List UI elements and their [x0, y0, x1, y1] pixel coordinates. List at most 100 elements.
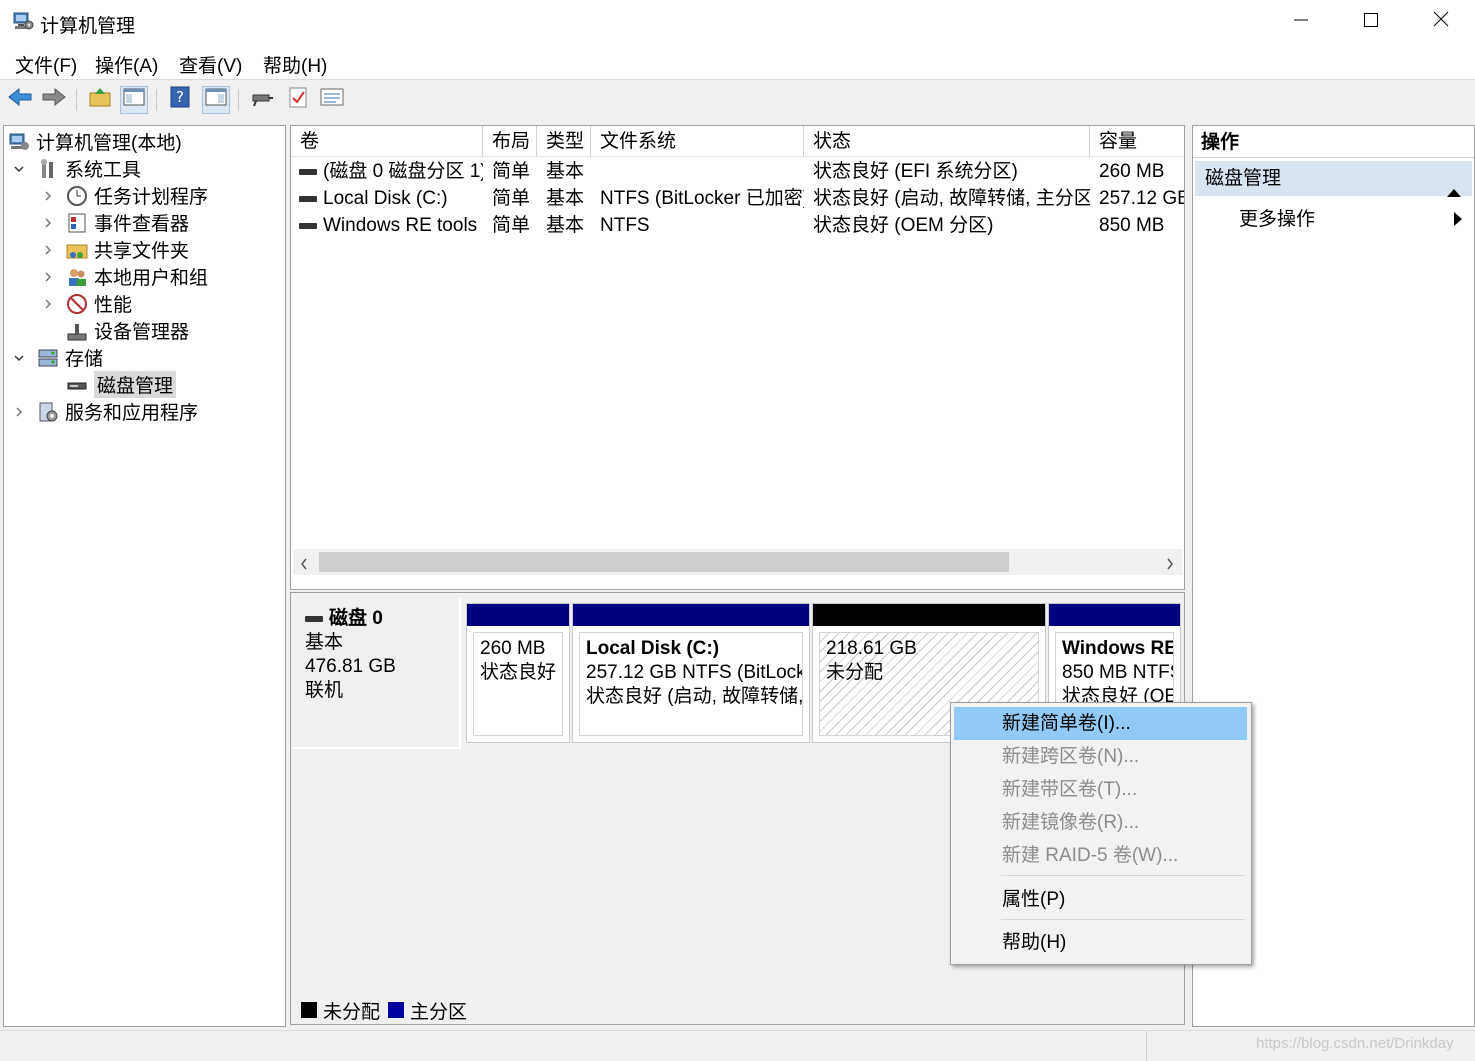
column-header-volume[interactable]: 卷 [291, 126, 483, 157]
disk-type: 基本 [305, 632, 344, 653]
cell-capacity: 260 MB [1099, 161, 1165, 182]
users-icon [66, 266, 88, 288]
minimize-icon [1294, 11, 1308, 33]
show-hide-tree-button[interactable] [120, 86, 148, 114]
actions-section-disk-management[interactable]: 磁盘管理 [1195, 161, 1472, 197]
storage-icon [37, 347, 59, 369]
legend-swatch-unallocated [301, 1002, 317, 1018]
tree-item-storage[interactable]: 存储 [37, 344, 103, 371]
partition-size: 257.12 GB NTFS (BitLocke [586, 662, 803, 683]
chevron-right-icon[interactable] [42, 217, 54, 229]
column-header-type[interactable]: 类型 [537, 126, 591, 157]
close-icon [1433, 11, 1449, 33]
column-header-filesystem[interactable]: 文件系统 [591, 126, 804, 157]
chevron-down-icon[interactable] [13, 352, 25, 364]
scrollbar-thumb[interactable] [319, 552, 1009, 572]
volume-icon [299, 222, 317, 229]
back-button[interactable] [6, 86, 34, 114]
partition-band [813, 604, 1045, 626]
cell-capacity: 850 MB [1099, 215, 1165, 236]
collapse-up-icon[interactable] [1447, 174, 1461, 209]
tree-item-performance[interactable]: 性能 [66, 290, 132, 317]
partition-size: 260 MB [480, 638, 546, 659]
horizontal-scrollbar[interactable] [293, 549, 1182, 575]
menu-item-new-mirrored-volume[interactable]: 新建镜像卷(R)... [954, 806, 1247, 839]
system-tools-icon [37, 158, 59, 180]
tree-item-computer-management[interactable]: 计算机管理(本地) [8, 128, 182, 155]
maximize-button[interactable] [1336, 0, 1406, 44]
shared-folder-icon [66, 239, 88, 261]
chevron-right-icon[interactable] [42, 244, 54, 256]
status-bar: https://blog.csdn.net/Drinkday [0, 1030, 1475, 1061]
tree-item-label: 事件查看器 [94, 214, 190, 235]
show-hide-action-pane-button[interactable] [202, 86, 230, 114]
tree-item-system-tools[interactable]: 系统工具 [37, 155, 141, 182]
disk-management-icon [66, 374, 88, 396]
cell-filesystem: NTFS [600, 215, 650, 236]
menu-item-new-simple-volume[interactable]: 新建简单卷(I)... [954, 707, 1247, 740]
up-level-button[interactable] [86, 86, 114, 114]
close-button[interactable] [1406, 0, 1475, 44]
check-button[interactable] [284, 86, 312, 114]
tree-item-local-users[interactable]: 本地用户和组 [66, 263, 208, 290]
menu-item-properties[interactable]: 属性(P) [954, 883, 1247, 916]
chevron-right-icon[interactable] [42, 190, 54, 202]
disk-size: 476.81 GB [305, 656, 396, 677]
cell-layout: 简单 [492, 161, 531, 182]
cell-status: 状态良好 (启动, 故障转储, 主分区) [813, 188, 1090, 209]
tree-item-label: 设备管理器 [94, 322, 190, 343]
column-header-status[interactable]: 状态 [804, 126, 1090, 157]
menu-file[interactable]: 文件(F) [15, 51, 77, 78]
chevron-right-icon[interactable] [42, 271, 54, 283]
menu-item-help[interactable]: 帮助(H) [954, 926, 1247, 959]
tree-item-label: 计算机管理(本地) [36, 133, 182, 154]
disk-info[interactable]: 磁盘 0 基本 476.81 GB 联机 [293, 597, 461, 749]
show-hide-console-tree-icon [123, 88, 145, 112]
list-view-button[interactable] [318, 86, 346, 114]
column-header-layout[interactable]: 布局 [483, 126, 537, 157]
scroll-right-icon[interactable] [1165, 555, 1175, 577]
partition-title: Windows RE [1062, 638, 1174, 659]
watermark-text: https://blog.csdn.net/Drinkday [1256, 1035, 1454, 1052]
menu-help[interactable]: 帮助(H) [263, 51, 327, 78]
connect-icon [250, 87, 274, 113]
tree-item-label: 服务和应用程序 [65, 403, 199, 424]
menu-action[interactable]: 操作(A) [95, 51, 158, 78]
tree-item-task-scheduler[interactable]: 任务计划程序 [66, 182, 208, 209]
partition-status: 状态良好 ( [480, 662, 563, 683]
computer-management-icon [12, 10, 34, 32]
scroll-left-icon[interactable] [299, 555, 309, 577]
chevron-right-icon[interactable] [42, 298, 54, 310]
tree-item-disk-management[interactable]: 磁盘管理 [66, 371, 177, 398]
cell-volume: Windows RE tools [323, 215, 478, 236]
chevron-right-icon[interactable] [13, 406, 25, 418]
column-header-capacity[interactable]: 容量 [1090, 126, 1184, 157]
legend-swatch-primary [388, 1002, 405, 1018]
tree-item-label: 性能 [94, 295, 133, 316]
menu-view[interactable]: 查看(V) [179, 51, 242, 78]
legend-label-unallocated: 未分配 [323, 1001, 381, 1023]
tree-item-label: 磁盘管理 [94, 371, 177, 398]
partition-efi[interactable]: 260 MB 状态良好 ( [466, 603, 570, 743]
chevron-down-icon[interactable] [13, 163, 25, 175]
tree-item-event-viewer[interactable]: 事件查看器 [66, 209, 189, 236]
event-viewer-icon [66, 212, 88, 234]
actions-section-label: 磁盘管理 [1205, 168, 1282, 189]
menu-item-new-striped-volume[interactable]: 新建带区卷(T)... [954, 773, 1247, 806]
tree-item-label: 存储 [65, 349, 104, 370]
more-actions-item[interactable]: 更多操作 [1239, 204, 1315, 231]
tree-item-device-manager[interactable]: 设备管理器 [66, 317, 189, 344]
partition-c[interactable]: Local Disk (C:) 257.12 GB NTFS (BitLocke… [572, 603, 810, 743]
title-bar: 计算机管理 [0, 0, 1475, 44]
minimize-button[interactable] [1266, 0, 1336, 44]
volume-icon [299, 195, 317, 202]
help-icon: ? [170, 86, 190, 114]
connect-button[interactable] [248, 86, 276, 114]
context-menu: 新建简单卷(I)... 新建跨区卷(N)... 新建带区卷(T)... 新建镜像… [950, 702, 1252, 965]
tree-item-shared-folders[interactable]: 共享文件夹 [66, 236, 189, 263]
menu-item-new-raid5-volume[interactable]: 新建 RAID-5 卷(W)... [954, 839, 1247, 872]
menu-item-new-spanned-volume[interactable]: 新建跨区卷(N)... [954, 740, 1247, 773]
help-button[interactable]: ? [166, 86, 194, 114]
tree-item-services-apps[interactable]: 服务和应用程序 [37, 398, 198, 425]
forward-button[interactable] [40, 86, 68, 114]
